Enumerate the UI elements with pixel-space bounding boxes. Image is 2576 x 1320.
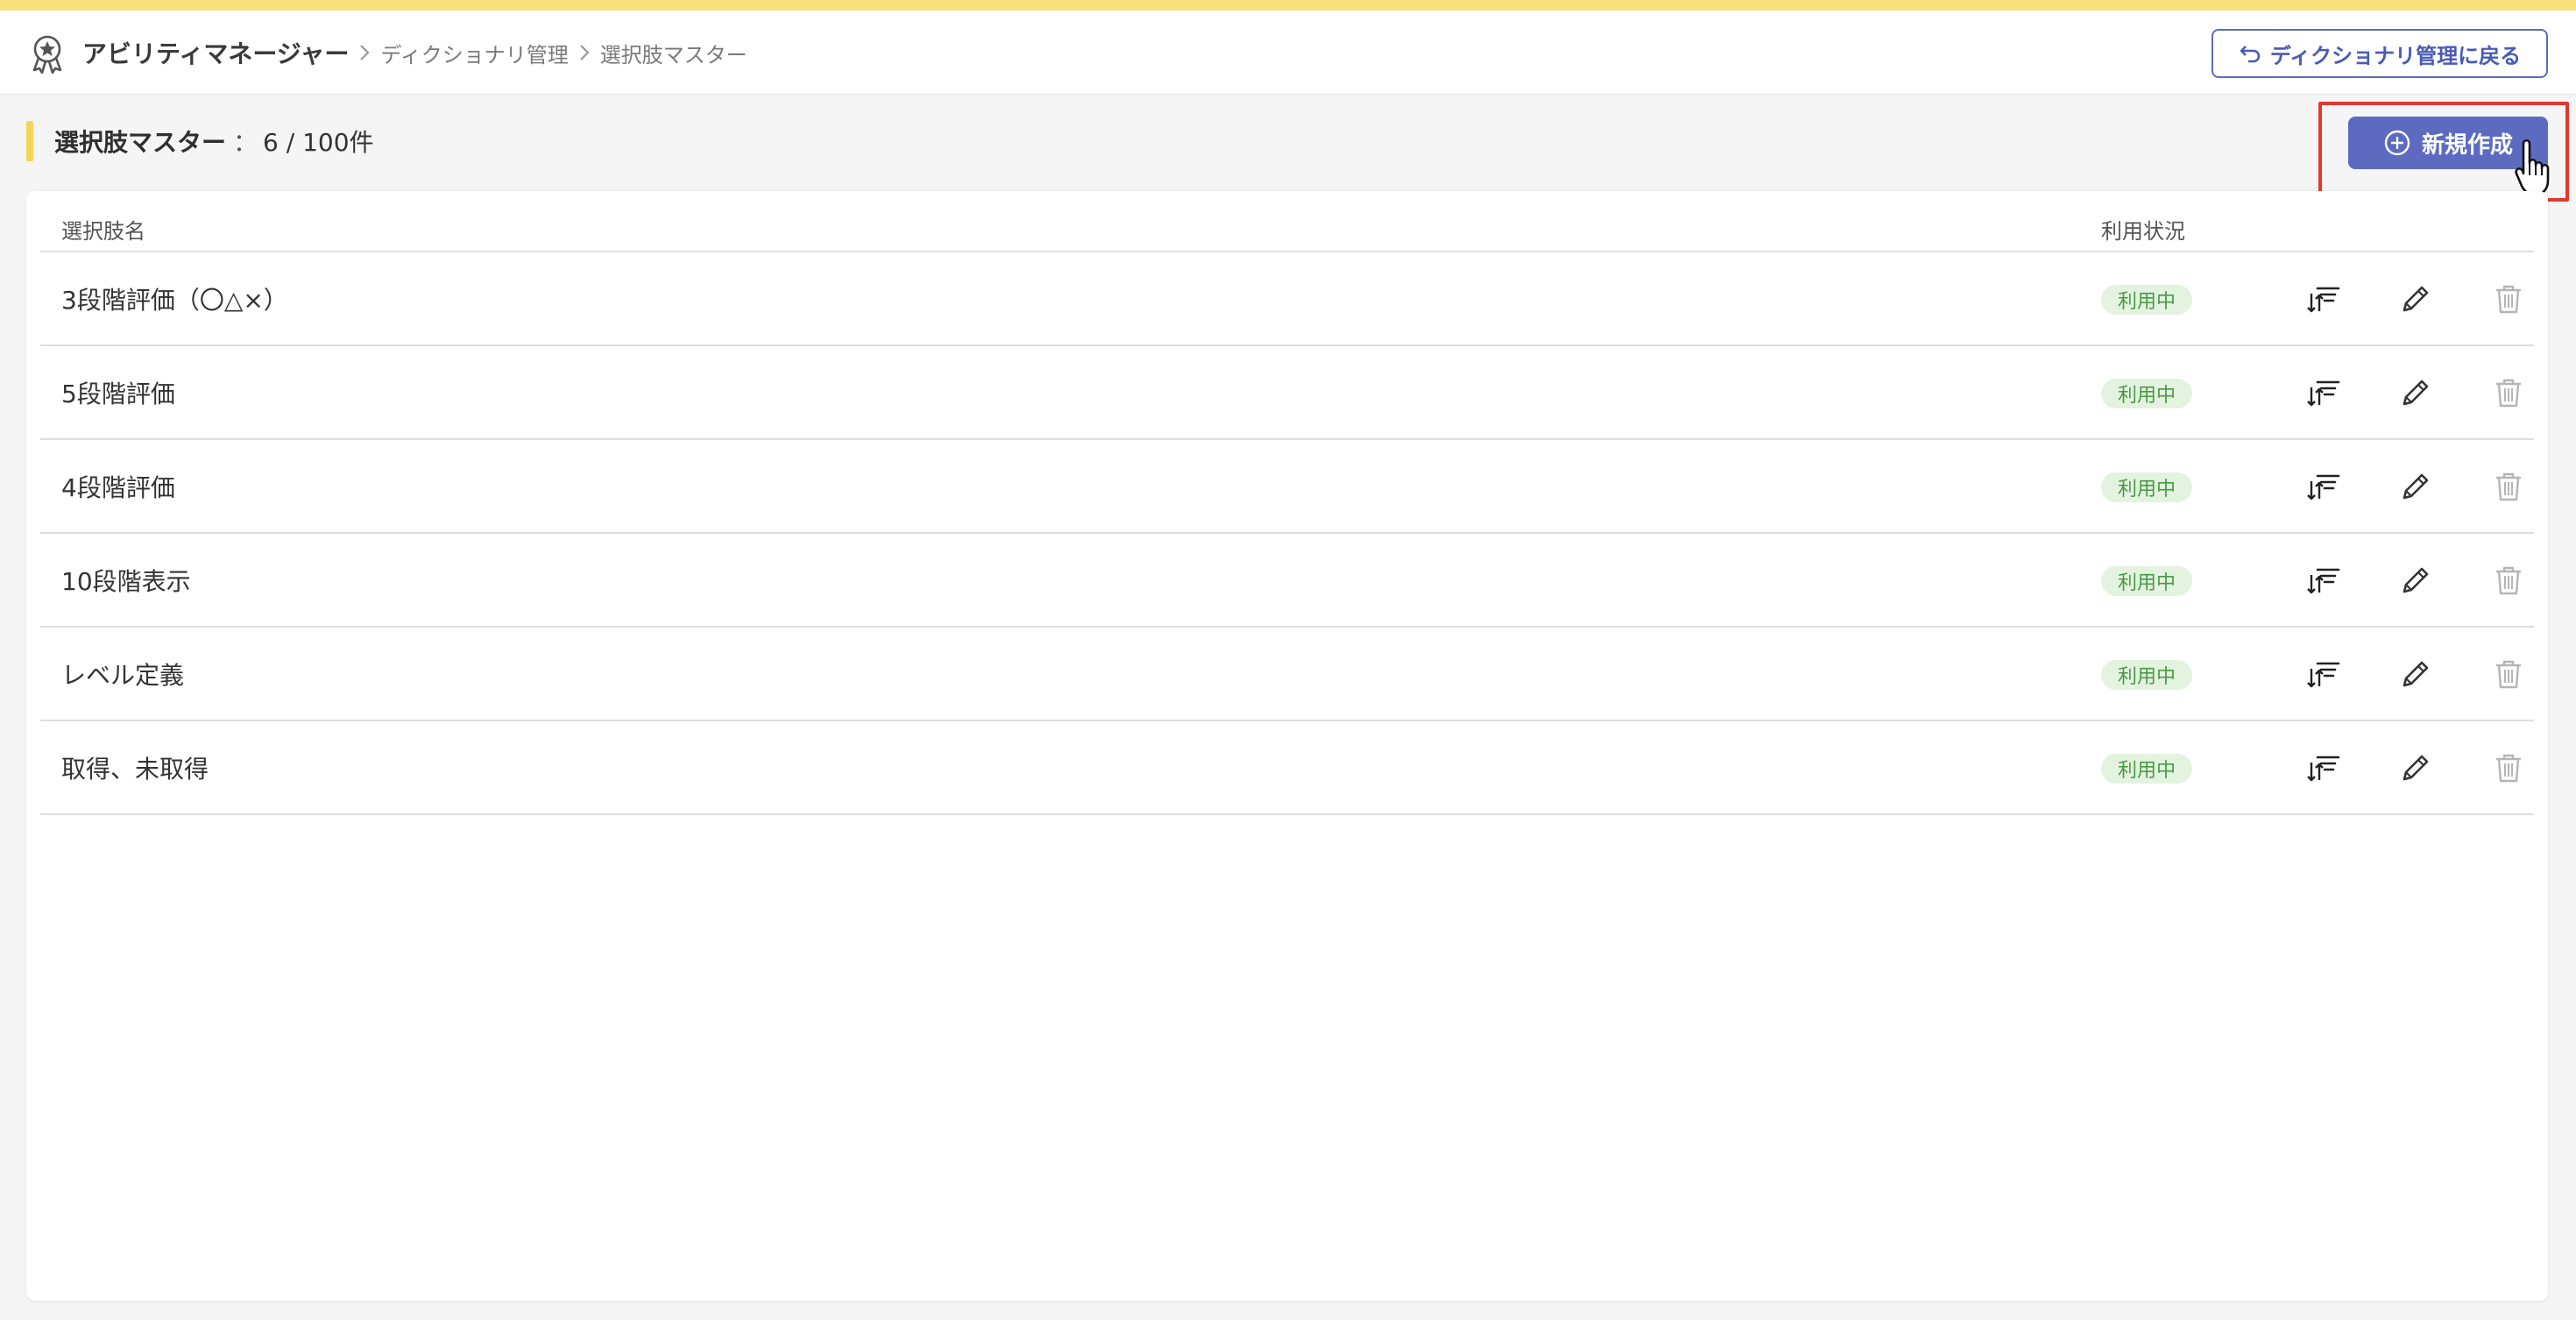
- choice-name: 5段階評価: [61, 379, 175, 408]
- plus-circle-icon: [2384, 130, 2410, 156]
- sort-order-button[interactable]: [2303, 279, 2343, 319]
- sort-order-button[interactable]: [2303, 466, 2343, 507]
- trash-icon: [2496, 754, 2521, 783]
- top-accent-bar: [0, 0, 2576, 11]
- pencil-icon: [2403, 661, 2429, 687]
- delete-button[interactable]: [2488, 560, 2529, 600]
- breadcrumb-dictionary[interactable]: ディクショナリ管理: [380, 38, 568, 68]
- sort-order-button[interactable]: [2303, 654, 2343, 694]
- table-row[interactable]: レベル定義 利用中: [40, 628, 2534, 721]
- section-header: 選択肢マスター ： 6 / 100件: [26, 121, 374, 161]
- sort-order-icon: [2307, 756, 2340, 782]
- status-badge: 利用中: [2101, 379, 2192, 408]
- edit-button[interactable]: [2396, 373, 2436, 413]
- edit-button[interactable]: [2396, 748, 2436, 788]
- table-row[interactable]: 4段階評価 利用中: [40, 440, 2534, 534]
- page-title: 選択肢マスター: [54, 128, 227, 157]
- edit-button[interactable]: [2396, 654, 2436, 694]
- trash-icon: [2496, 566, 2521, 595]
- sort-order-button[interactable]: [2303, 748, 2343, 788]
- choice-master-panel: 選択肢名 利用状況 3段階評価（〇△×） 利用中 5段階評価 利用中 4段階評価…: [26, 191, 2548, 1301]
- pencil-icon: [2403, 473, 2429, 500]
- sort-order-icon: [2307, 568, 2340, 594]
- sort-order-button[interactable]: [2303, 560, 2343, 600]
- sort-order-icon: [2307, 662, 2340, 688]
- app-header: アビリティマネージャー ディクショナリ管理 選択肢マスター ディクショナリ管理に…: [0, 11, 2576, 95]
- trash-icon: [2496, 472, 2521, 501]
- column-header-name: 選択肢名: [61, 219, 145, 244]
- edit-button[interactable]: [2396, 279, 2436, 319]
- choice-name: レベル定義: [61, 660, 185, 690]
- choice-name: 取得、未取得: [61, 754, 209, 784]
- back-button-label: ディクショナリ管理に戻る: [2269, 43, 2522, 68]
- item-count: 6 / 100件: [263, 128, 374, 157]
- choice-master-table: 選択肢名 利用状況 3段階評価（〇△×） 利用中 5段階評価 利用中 4段階評価…: [40, 191, 2534, 815]
- trash-icon: [2496, 285, 2521, 314]
- breadcrumb-current: 選択肢マスター: [599, 42, 747, 67]
- delete-button[interactable]: [2488, 748, 2529, 788]
- choice-name: 4段階評価: [61, 472, 175, 502]
- table-row[interactable]: 取得、未取得 利用中: [40, 721, 2534, 815]
- delete-button[interactable]: [2488, 279, 2529, 319]
- table-row[interactable]: 3段階評価（〇△×） 利用中: [40, 252, 2534, 346]
- table-row[interactable]: 10段階表示 利用中: [40, 534, 2534, 628]
- hand-pointer-cursor-icon: [2515, 138, 2550, 196]
- table-row[interactable]: 5段階評価 利用中: [40, 346, 2534, 440]
- choice-name: 3段階評価（〇△×）: [61, 285, 288, 315]
- pencil-icon: [2403, 567, 2429, 593]
- chevron-right-icon: [349, 11, 380, 95]
- chevron-right-icon: [569, 11, 600, 95]
- pencil-icon: [2403, 286, 2429, 312]
- pencil-icon: [2403, 380, 2429, 406]
- award-icon: [32, 35, 62, 74]
- edit-button[interactable]: [2396, 560, 2436, 600]
- status-badge: 利用中: [2101, 566, 2192, 596]
- delete-button[interactable]: [2488, 654, 2529, 694]
- breadcrumb-app-name[interactable]: アビリティマネージャー: [82, 35, 349, 70]
- undo-arrow-icon: [2240, 46, 2261, 63]
- sort-order-button[interactable]: [2303, 373, 2343, 413]
- sort-order-icon: [2307, 474, 2340, 500]
- trash-icon: [2496, 660, 2521, 689]
- pencil-icon: [2403, 755, 2429, 781]
- title-accent-bar: [26, 121, 33, 161]
- table-body: 3段階評価（〇△×） 利用中 5段階評価 利用中 4段階評価 利用中 10段階表…: [40, 252, 2534, 815]
- edit-button[interactable]: [2396, 466, 2436, 507]
- create-new-label: 新規作成: [2421, 131, 2513, 159]
- delete-button[interactable]: [2488, 373, 2529, 413]
- count-separator: ：: [233, 128, 258, 157]
- sort-order-icon: [2307, 380, 2340, 407]
- back-to-dictionary-button[interactable]: ディクショナリ管理に戻る: [2212, 29, 2548, 78]
- status-badge: 利用中: [2101, 285, 2192, 315]
- trash-icon: [2496, 379, 2521, 408]
- status-badge: 利用中: [2101, 472, 2192, 502]
- status-badge: 利用中: [2101, 660, 2192, 690]
- breadcrumb: アビリティマネージャー ディクショナリ管理 選択肢マスター: [82, 11, 747, 95]
- column-header-status: 利用状況: [2101, 219, 2185, 244]
- table-header: 選択肢名 利用状況: [40, 191, 2534, 252]
- status-badge: 利用中: [2101, 754, 2192, 784]
- choice-name: 10段階表示: [61, 566, 191, 596]
- delete-button[interactable]: [2488, 466, 2529, 507]
- sort-order-icon: [2307, 287, 2340, 313]
